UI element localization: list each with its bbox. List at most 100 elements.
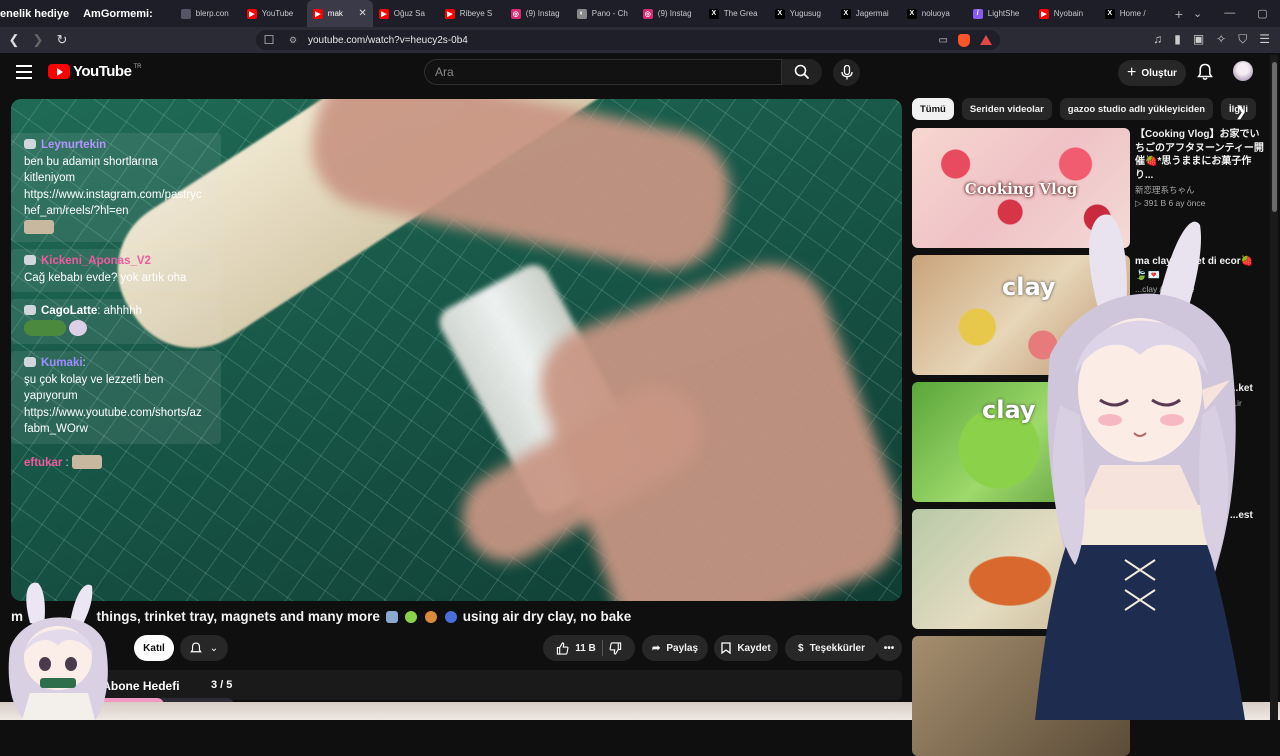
address-bar-row: ❮ ❯ ↻ ☐ ⚙ youtube.com/watch?v=heucy2s-0b… <box>0 27 1280 53</box>
chat-message: eftukar : <box>11 451 221 478</box>
chat-message: Kickeni_Aponas_V2: Cağ kebabı evde? yok … <box>11 249 221 292</box>
wallet-icon[interactable]: ▣ <box>1193 32 1204 47</box>
tab-favicon-icon: ▶ <box>246 8 257 19</box>
browser-tab[interactable]: ◐ Pano - Ch <box>571 0 637 27</box>
tab-title: Home / <box>1119 9 1146 18</box>
chat-text-line: https://www.youtube.com/shorts/az <box>24 406 202 419</box>
tab-favicon-icon <box>180 8 191 19</box>
menu-icon[interactable]: ☰ <box>1259 32 1270 47</box>
chip-uploader[interactable]: gazoo studio adlı yükleyiciden <box>1059 98 1214 120</box>
url-text: youtube.com/watch?v=heucy2s-0b4 <box>308 34 468 46</box>
youtube-logo[interactable]: YouTube TR <box>48 63 141 80</box>
browser-tab[interactable]: ▶ mak ✕ <box>306 0 373 27</box>
chat-text-line: Cağ kebabı evde? yok artık oha <box>24 271 187 284</box>
browser-tab[interactable]: X Jagermai <box>835 0 901 27</box>
chat-username: eftukar <box>24 456 63 469</box>
chat-message: Kumaki: şu çok kolay ve lezzetli ben yap… <box>11 351 221 444</box>
create-button[interactable]: + Oluştur <box>1118 60 1186 86</box>
chat-text-line: şu çok kolay ve lezzetli ben <box>24 373 164 386</box>
tab-favicon-icon: X <box>906 8 917 19</box>
notifications-bell-icon[interactable] <box>1197 63 1213 81</box>
cast-icon[interactable]: ▭ <box>939 35 948 46</box>
video-title-suffix: using air dry clay, no bake <box>462 609 632 624</box>
share-icon: ➦ <box>651 642 661 654</box>
subscription-bell-button[interactable]: ⌄ <box>180 635 228 661</box>
brave-shields-icon[interactable] <box>958 33 970 47</box>
tab-strip-promo: enelik hediye AmGormemi: <box>0 8 175 20</box>
user-badge-icon <box>24 255 36 265</box>
chip-all[interactable]: Tümü <box>912 98 954 120</box>
browser-tab[interactable]: ▶ Nyobain <box>1033 0 1099 27</box>
browser-tab[interactable]: / LightShe <box>967 0 1033 27</box>
bookmark-icon[interactable]: ☐ <box>260 33 278 47</box>
new-tab-button[interactable]: + <box>1165 6 1193 22</box>
url-bar[interactable]: ☐ ⚙ youtube.com/watch?v=heucy2s-0b4 ▭ <box>256 30 1000 50</box>
tab-title: Oğuz Sa <box>393 9 425 18</box>
like-dislike-group: 11 B <box>543 635 635 661</box>
chat-username: Leynurtekin <box>41 139 107 151</box>
account-avatar[interactable] <box>1233 61 1253 81</box>
chip-series[interactable]: Seriden videolar <box>961 98 1052 120</box>
search-button[interactable] <box>782 59 822 85</box>
vpn-icon[interactable]: ⛉ <box>1238 32 1247 47</box>
video-player[interactable]: Leynurtekin ben bu adamin shortlarına ki… <box>11 99 902 601</box>
tab-list: blerp.con ▶ YouTube ▶ mak ✕ ▶ Oğuz Sa ▶ Ribeye S ◎… <box>175 0 1165 27</box>
tab-close-icon[interactable]: ✕ <box>358 8 366 19</box>
sidebar-icon[interactable]: ▮ <box>1174 32 1181 47</box>
thumbs-up-icon[interactable] <box>556 641 569 655</box>
more-actions-button[interactable]: ••• <box>876 635 902 661</box>
forward-button[interactable]: ❯ <box>28 32 48 48</box>
create-label: Oluştur <box>1141 67 1177 79</box>
thanks-button[interactable]: $ Teşekkürler <box>785 635 878 661</box>
browser-tab[interactable]: ◎ (9) Instag <box>637 0 703 27</box>
related-video-title: 【Cooking Vlog】お家でいちごのアフタヌーンティー開催🍓*思うままにお… <box>1135 129 1264 181</box>
tab-title: Ribeye S <box>459 9 493 18</box>
save-button[interactable]: Kaydet <box>714 635 778 661</box>
related-filter-chips: Tümü Seriden videolar gazoo studio adlı … <box>912 98 1268 122</box>
site-info-icon[interactable]: ⚙ <box>286 35 300 46</box>
join-button[interactable]: Katıl <box>134 635 174 661</box>
tab-search-icon[interactable]: ⌄ <box>1193 7 1202 20</box>
chat-emote <box>24 319 66 336</box>
search-input[interactable]: Ara <box>424 59 782 85</box>
chat-text-line: kitleniyom <box>24 172 76 184</box>
tab-favicon-icon: ◎ <box>510 8 521 19</box>
browser-tab[interactable]: ▶ Oğuz Sa <box>373 0 439 27</box>
chat-text-line: hef_am/reels/?hl=en <box>24 205 129 217</box>
chat-username: CagoLatte <box>41 305 98 317</box>
user-badge-icon <box>24 139 36 149</box>
tab-title: The Grea <box>723 9 758 18</box>
minimize-button[interactable]: — <box>1224 7 1235 20</box>
browser-tab[interactable]: blerp.con <box>175 0 241 27</box>
tab-favicon-icon: ◎ <box>642 8 653 19</box>
thumbs-down-icon[interactable] <box>609 641 622 655</box>
browser-tab[interactable]: ◎ (9) Instag <box>505 0 571 27</box>
chibi-avatar <box>8 582 108 720</box>
maximize-button[interactable]: ▢ <box>1257 7 1267 20</box>
browser-tab[interactable]: ▶ YouTube <box>241 0 307 27</box>
search-icon <box>794 64 810 80</box>
back-button[interactable]: ❮ <box>4 32 24 48</box>
reload-button[interactable]: ↻ <box>52 32 72 48</box>
like-count[interactable]: 11 B <box>575 643 596 654</box>
leo-icon[interactable]: ✧ <box>1216 32 1226 47</box>
promo-text-2: AmGormemi: <box>83 7 153 20</box>
chat-message: Leynurtekin ben bu adamin shortlarına ki… <box>11 133 221 242</box>
tab-title: blerp.con <box>195 9 229 18</box>
hamburger-menu-icon[interactable] <box>16 65 32 83</box>
page-scrollbar-thumb[interactable] <box>1272 62 1277 212</box>
browser-tab[interactable]: ▶ Ribeye S <box>439 0 505 27</box>
browser-tab[interactable]: X Yugusug <box>769 0 835 27</box>
share-button[interactable]: ➦ Paylaş <box>642 635 708 661</box>
tab-title: mak <box>327 9 343 18</box>
voice-search-button[interactable] <box>833 59 860 86</box>
plus-icon: + <box>1127 64 1137 81</box>
browser-tab[interactable]: X Home / <box>1099 0 1165 27</box>
chevron-right-icon[interactable]: ❯ <box>1235 103 1247 120</box>
related-video-info[interactable]: 【Cooking Vlog】お家でいちごのアフタヌーンティー開催🍓*思うままにお… <box>1135 128 1265 209</box>
brave-rewards-icon[interactable] <box>980 35 992 45</box>
browser-tab[interactable]: Xnoluoya <box>901 0 967 27</box>
media-icon[interactable]: ♫ <box>1153 32 1162 47</box>
browser-tab[interactable]: X The Grea <box>703 0 769 27</box>
window-controls: ⌄ — ▢ ✕ <box>1193 7 1280 20</box>
